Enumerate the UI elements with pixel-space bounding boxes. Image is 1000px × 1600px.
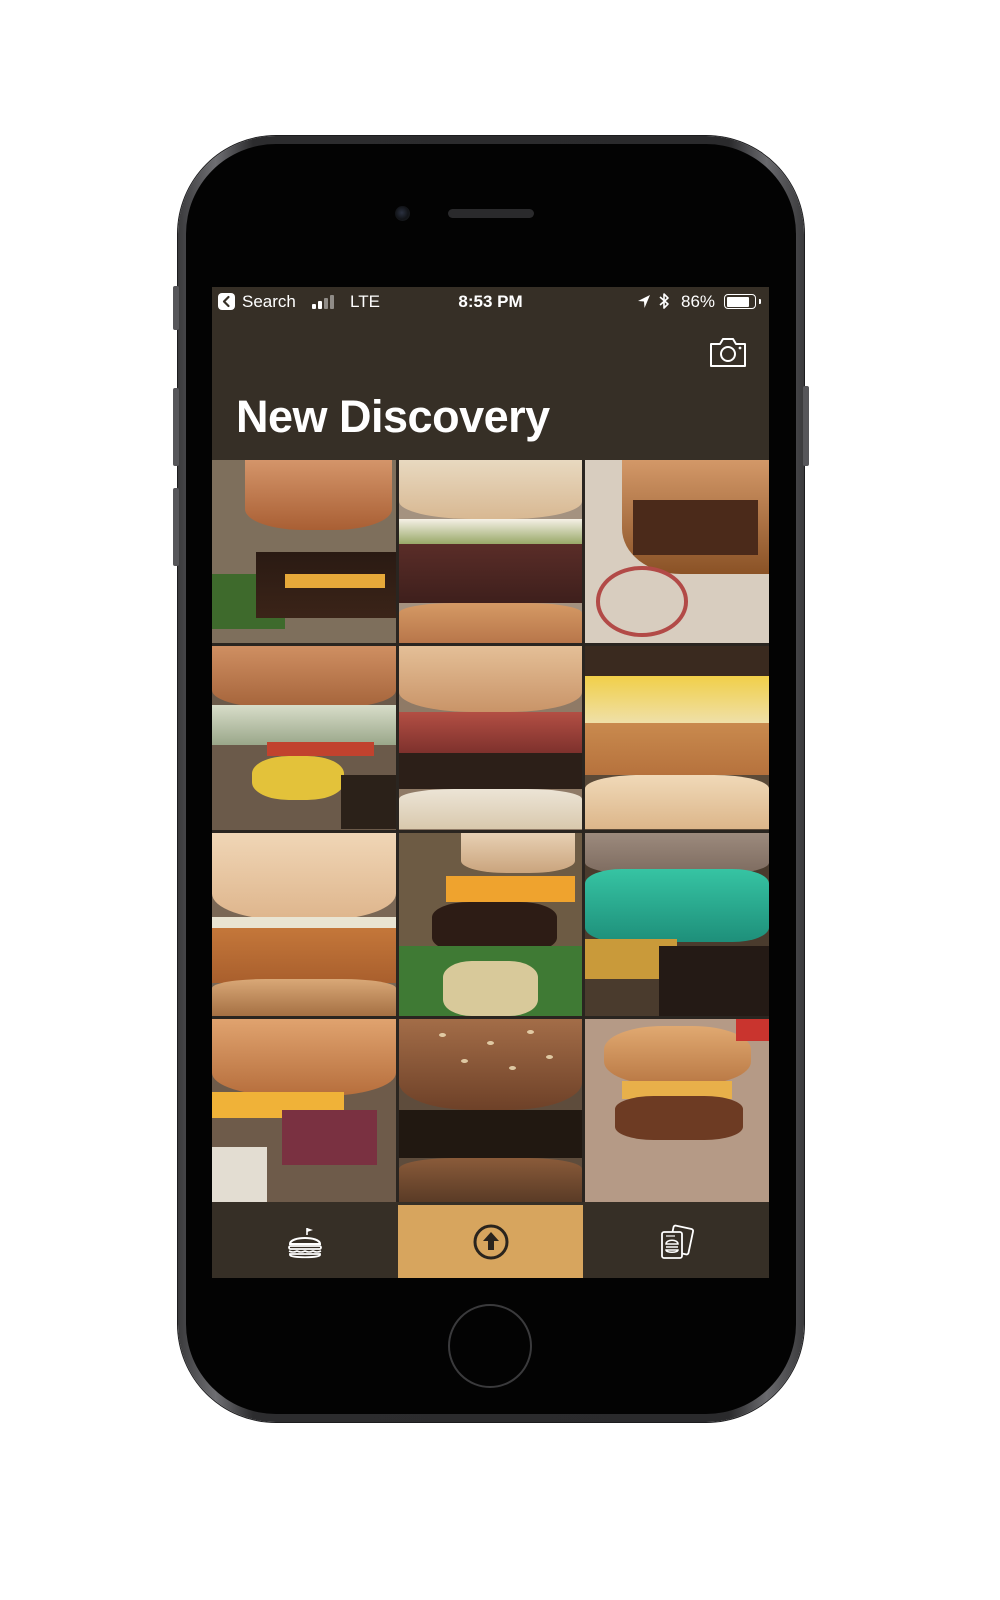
volume-up-button: [173, 388, 179, 466]
bluetooth-icon: [658, 292, 670, 315]
power-button: [803, 386, 809, 466]
mute-switch: [173, 286, 179, 330]
front-camera: [395, 206, 410, 221]
burger-photo-7[interactable]: [212, 832, 396, 1016]
burger-photo-9[interactable]: [585, 832, 769, 1016]
battery-percent: 86%: [681, 292, 716, 311]
tab-bar: [212, 1205, 769, 1278]
burger-icon: [287, 1227, 322, 1258]
burger-photo-2[interactable]: [398, 460, 583, 644]
battery-level-fill: [726, 296, 750, 307]
volume-down-button: [173, 488, 179, 566]
burger-photo-3[interactable]: [585, 460, 769, 644]
tab-burgers[interactable]: [212, 1205, 398, 1278]
burger-photo-8[interactable]: [398, 832, 583, 1016]
photo-grid: [212, 460, 769, 1202]
burger-photo-11[interactable]: [398, 1018, 583, 1202]
battery-icon: [724, 294, 756, 309]
burger-photo-4[interactable]: [212, 646, 396, 830]
burger-photo-12[interactable]: [585, 1018, 769, 1202]
passport-icon: [661, 1224, 695, 1259]
burger-photo-5[interactable]: [398, 646, 583, 830]
camera-icon: [710, 338, 746, 367]
home-button[interactable]: [448, 1304, 532, 1388]
app-screen: Search LTE 8:53 PM 86% New Discovery: [212, 287, 769, 1278]
earpiece-speaker: [448, 209, 534, 218]
location-arrow-icon: [637, 293, 651, 314]
burger-photo-1[interactable]: [212, 460, 396, 644]
status-bar: Search LTE 8:53 PM 86%: [212, 287, 769, 317]
upload-arrow-icon: [473, 1224, 508, 1259]
tab-passport[interactable]: [583, 1205, 769, 1278]
burger-photo-10[interactable]: [212, 1018, 396, 1202]
camera-button[interactable]: [708, 335, 748, 369]
page-title: New Discovery: [236, 391, 550, 442]
burger-photo-6[interactable]: [585, 646, 769, 830]
tab-upload[interactable]: [397, 1205, 584, 1278]
battery-tip: [759, 299, 761, 304]
